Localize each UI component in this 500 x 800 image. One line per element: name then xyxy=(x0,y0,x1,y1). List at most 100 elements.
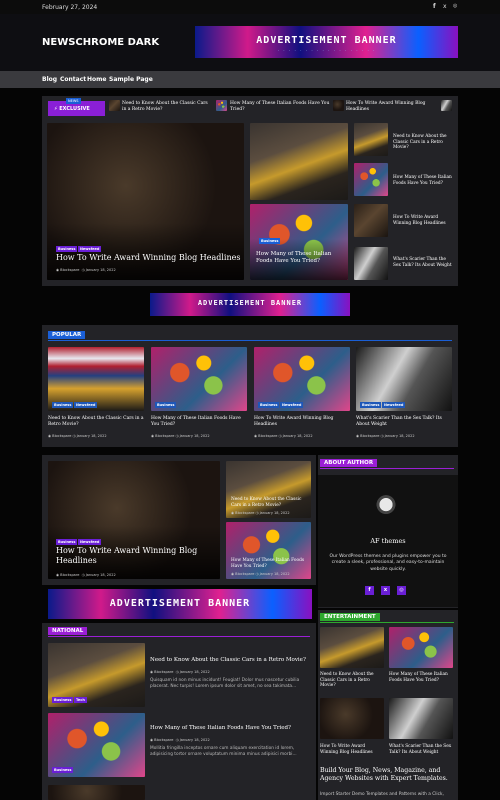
author[interactable]: Blockspare xyxy=(235,511,254,515)
ticker-item[interactable]: How To Write Award Winning Blog Headline… xyxy=(346,101,436,113)
about-author-widget: ABOUT AUTHOR AF themes Our WordPress the… xyxy=(318,455,458,608)
author[interactable]: Blockspare xyxy=(154,670,173,674)
category-badge[interactable]: Newsfeed xyxy=(382,402,406,408)
entertainment-title[interactable]: What's Scarier Than the Sex Talk? Its Ab… xyxy=(389,744,453,755)
popular-card-image[interactable]: Business Newsfeed xyxy=(254,347,350,411)
side-title[interactable]: Need to Know About the Classic Cars in a… xyxy=(393,134,453,151)
category-badge[interactable]: Newsfeed xyxy=(74,402,98,408)
category-badge[interactable]: Business xyxy=(259,238,281,244)
hero-title[interactable]: How To Write Award Winning Blog Headline… xyxy=(56,253,241,263)
nav-blog[interactable]: Blog xyxy=(42,76,57,83)
popular-title[interactable]: Need to Know About the Classic Cars in a… xyxy=(48,416,144,428)
category-badge[interactable]: Business xyxy=(52,767,74,773)
popular-card-image[interactable]: Business Newsfeed xyxy=(356,347,452,411)
category-badge[interactable]: Business xyxy=(56,539,78,545)
feature-main-card[interactable]: Business Newsfeed How To Write Award Win… xyxy=(48,461,220,579)
ticker-thumb[interactable] xyxy=(109,100,120,111)
facebook-icon[interactable]: f xyxy=(433,3,436,10)
author[interactable]: Blockspare xyxy=(60,268,79,272)
side-thumb[interactable] xyxy=(354,123,388,156)
promo-title[interactable]: Build Your Blog, News, Magazine, and Age… xyxy=(320,767,454,783)
entertainment-image[interactable] xyxy=(320,627,384,668)
side-title[interactable]: How To Write Award Winning Blog Headline… xyxy=(393,215,453,226)
author[interactable]: Blockspare xyxy=(235,572,254,576)
side-title[interactable]: What's Scarier Than the Sex Talk? Its Ab… xyxy=(393,257,453,268)
author-name: AF themes xyxy=(370,537,406,545)
category-badge[interactable]: Business xyxy=(155,402,177,408)
food-card-title[interactable]: How Many of These Italian Foods Have You… xyxy=(256,251,346,265)
content-ad-banner[interactable]: ADVERTISEMENT BANNER xyxy=(48,589,312,619)
national-image[interactable]: Business Tech xyxy=(48,643,145,707)
section-heading: NATIONAL xyxy=(48,627,88,635)
instagram-icon[interactable]: ◎ xyxy=(453,3,457,9)
ticker-thumb[interactable] xyxy=(441,100,452,111)
feature-side-card[interactable]: Need to Know About the Classic Cars in a… xyxy=(226,461,311,518)
exclusive-label: ⚡ EXCLUSIVE xyxy=(54,106,90,112)
category-badge[interactable]: Business xyxy=(56,246,78,252)
entertainment-image[interactable] xyxy=(389,627,453,668)
ticker-item[interactable]: Need to Know About the Classic Cars in a… xyxy=(122,101,212,113)
mid-ad-banner[interactable]: ADVERTISEMENT BANNER xyxy=(150,293,350,316)
popular-title[interactable]: How Many of These Italian Foods Have You… xyxy=(151,416,247,428)
author[interactable]: Blockspare xyxy=(52,434,71,438)
category-badge[interactable]: Newsfeed xyxy=(78,539,102,545)
side-thumb[interactable] xyxy=(354,204,388,237)
nav-home[interactable]: Home xyxy=(87,76,106,83)
feature-title[interactable]: How To Write Award Winning Blog Headline… xyxy=(56,546,216,567)
ad-banner-text: ADVERTISEMENT BANNER xyxy=(109,598,251,609)
national-title[interactable]: How Many of These Italian Foods Have You… xyxy=(150,725,310,732)
nav-contact[interactable]: Contact xyxy=(60,76,86,83)
header-ad-banner[interactable]: ADVERTISEMENT BANNER · · · · · · · · · ·… xyxy=(195,26,458,58)
date: January 18, 2022 xyxy=(76,434,107,438)
ticker-thumb[interactable] xyxy=(333,100,344,111)
category-badge[interactable]: Tech xyxy=(74,697,87,703)
entertainment-image[interactable] xyxy=(320,698,384,739)
author[interactable]: Blockspare xyxy=(360,434,379,438)
category-badge[interactable]: Business xyxy=(52,697,74,703)
category-badge[interactable]: Business xyxy=(360,402,382,408)
national-image[interactable] xyxy=(48,785,145,800)
section-heading: ABOUT AUTHOR xyxy=(320,459,378,467)
side-title[interactable]: How Many of These Italian Foods Have You… xyxy=(393,175,453,186)
post-meta: ◉ Blockspare ◷ January 18, 2022 xyxy=(151,434,210,438)
popular-card-image[interactable]: Business xyxy=(151,347,247,411)
facebook-icon[interactable]: f xyxy=(365,586,374,595)
author[interactable]: Blockspare xyxy=(60,573,79,577)
category-badge[interactable]: Business xyxy=(258,402,280,408)
date: January 18, 2022 xyxy=(179,738,210,742)
entertainment-image[interactable] xyxy=(389,698,453,739)
top-bar: February 27, 2024 f x ◎ xyxy=(0,0,500,14)
excerpt: Mollitia fringilla inceptos ornare cum a… xyxy=(150,746,297,757)
author-avatar xyxy=(362,483,410,531)
category-badge[interactable]: Newsfeed xyxy=(78,246,102,252)
author[interactable]: Blockspare xyxy=(154,738,173,742)
feature-side-title[interactable]: Need to Know About the Classic Cars in a… xyxy=(231,497,309,508)
site-title[interactable]: NEWSCHROME DARK xyxy=(42,37,159,48)
popular-title[interactable]: How To Write Award Winning Blog Headline… xyxy=(254,416,350,428)
twitter-x-icon[interactable]: x xyxy=(381,586,390,595)
side-thumb[interactable] xyxy=(354,163,388,196)
side-thumb[interactable] xyxy=(354,247,388,280)
feature-side-title[interactable]: How Many of These Italian Foods Have You… xyxy=(231,558,309,569)
food-card[interactable]: Business How Many of These Italian Foods… xyxy=(250,204,348,280)
national-title[interactable]: Need to Know About the Classic Cars in a… xyxy=(150,657,310,664)
category-badge[interactable]: Business xyxy=(52,402,74,408)
ticker-item[interactable]: How Many of These Italian Foods Have You… xyxy=(230,101,330,113)
hero-main-card[interactable]: Business Newsfeed How To Write Award Win… xyxy=(47,123,244,280)
ticker-thumb[interactable] xyxy=(216,100,227,111)
author[interactable]: Blockspare xyxy=(258,434,277,438)
national-image[interactable]: Business xyxy=(48,713,145,777)
instagram-icon[interactable]: ◎ xyxy=(397,586,406,595)
entertainment-title[interactable]: Need to Know About the Classic Cars in a… xyxy=(320,672,384,689)
feature-side-card[interactable]: How Many of These Italian Foods Have You… xyxy=(226,522,311,579)
post-meta: ◉ Blockspare ◷ January 18, 2022 xyxy=(254,434,313,438)
nav-sample-page[interactable]: Sample Page xyxy=(109,76,153,83)
popular-title[interactable]: What's Scarier Than the Sex Talk? Its Ab… xyxy=(356,416,452,428)
entertainment-title[interactable]: How Many of These Italian Foods Have You… xyxy=(389,672,453,683)
author[interactable]: Blockspare xyxy=(155,434,174,438)
popular-card-image[interactable]: Business Newsfeed xyxy=(48,347,144,411)
car-tile[interactable] xyxy=(250,123,348,200)
category-badge[interactable]: Newsfeed xyxy=(280,402,304,408)
twitter-x-icon[interactable]: x xyxy=(443,3,447,10)
entertainment-title[interactable]: How To Write Award Winning Blog Headline… xyxy=(320,744,384,755)
